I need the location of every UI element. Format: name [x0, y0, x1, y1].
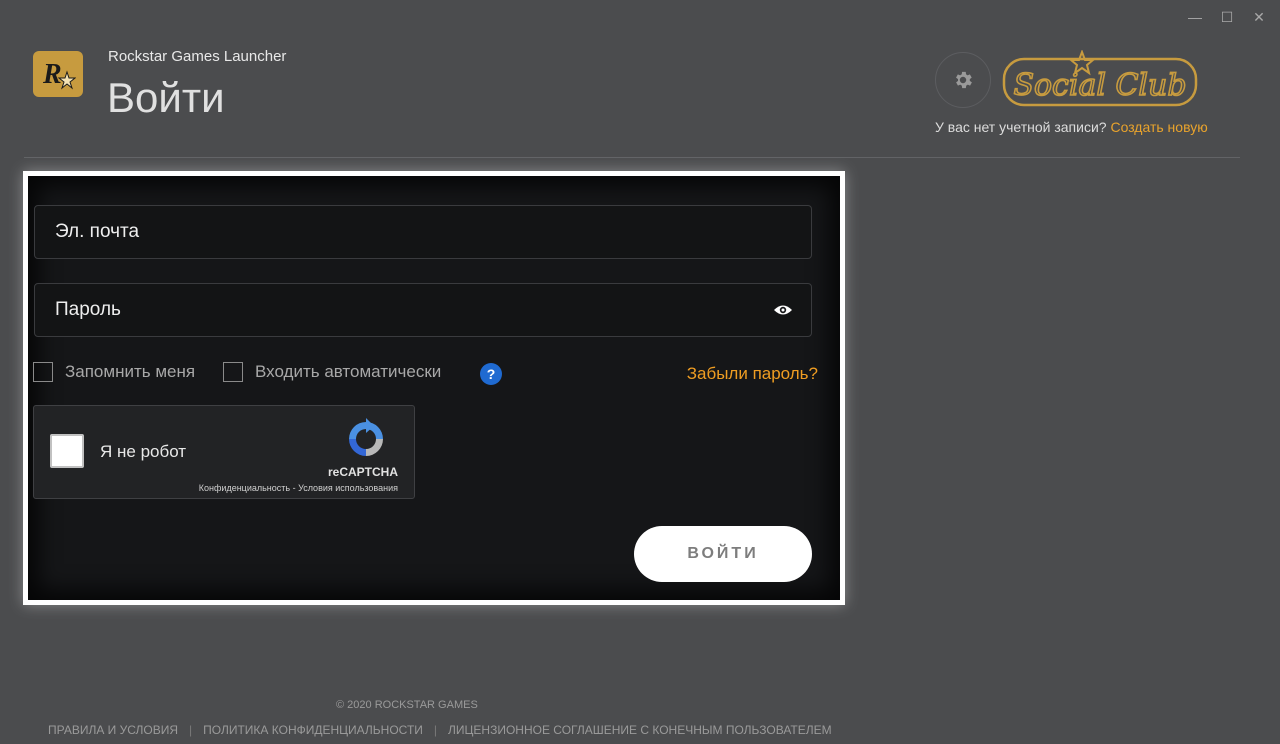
recaptcha-links: Конфиденциальность - Условия использован…: [199, 483, 398, 493]
recaptcha-brand: reCAPTCHA: [327, 465, 398, 479]
forgot-password-link[interactable]: Забыли пароль?: [687, 364, 818, 384]
footer-link-eula[interactable]: ЛИЦЕНЗИОННОЕ СОГЛАШЕНИЕ С КОНЕЧНЫМ ПОЛЬЗ…: [448, 723, 832, 737]
gear-icon: [956, 71, 972, 89]
social-club-logo: Social Club: [1002, 50, 1198, 107]
recaptcha-checkbox[interactable]: [50, 434, 84, 468]
recaptcha-privacy-link[interactable]: Конфиденциальность: [199, 483, 290, 493]
email-input[interactable]: [35, 206, 811, 258]
app-name: Rockstar Games Launcher: [108, 48, 287, 65]
svg-text:Social Club: Social Club: [1013, 68, 1186, 103]
auto-login-checkbox[interactable]: Входить автоматически: [223, 362, 441, 382]
footer-links: ПРАВИЛА И УСЛОВИЯ | ПОЛИТИКА КОНФИДЕНЦИАЛЬ…: [48, 723, 832, 737]
login-panel: Запомнить меня Входить автоматически ? З…: [23, 171, 845, 605]
svg-text:R: R: [42, 59, 62, 90]
recaptcha-links-separator: -: [290, 483, 299, 493]
remember-me-checkbox[interactable]: Запомнить меня: [33, 362, 195, 382]
recaptcha-widget: Я не робот reCAPTCHA Конфиденциальность …: [33, 405, 415, 499]
footer-link-terms[interactable]: ПРАВИЛА И УСЛОВИЯ: [48, 723, 178, 737]
email-field-wrapper: [34, 205, 812, 259]
maximize-icon[interactable]: ☐: [1218, 8, 1236, 26]
login-button[interactable]: ВОЙТИ: [634, 526, 812, 582]
remember-me-label: Запомнить меня: [65, 362, 196, 381]
settings-button[interactable]: [935, 52, 991, 108]
footer-separator: |: [189, 723, 193, 737]
help-icon[interactable]: ?: [480, 363, 502, 385]
close-icon[interactable]: ✕: [1250, 8, 1268, 26]
auto-login-box[interactable]: [223, 362, 243, 382]
recaptcha-terms-link[interactable]: Условия использования: [298, 483, 398, 493]
no-account-text: У вас нет учетной записи?: [935, 119, 1107, 135]
recaptcha-logo-icon: [349, 418, 383, 456]
window-controls: — ☐ ✕: [1186, 8, 1268, 26]
recaptcha-label: Я не робот: [100, 442, 187, 461]
options-row: Запомнить меня Входить автоматически ? З…: [33, 362, 840, 386]
launcher-window: — ☐ ✕ R Rockstar Games Launcher Войти So…: [0, 0, 1280, 744]
account-line: У вас нет учетной записи? Создать новую: [935, 119, 1208, 135]
password-field-wrapper: [34, 283, 812, 337]
copyright: © 2020 ROCKSTAR GAMES: [336, 699, 478, 711]
password-input[interactable]: [35, 284, 811, 336]
footer-link-privacy[interactable]: ПОЛИТИКА КОНФИДЕНЦИАЛЬНОСТИ: [203, 723, 423, 737]
header-divider: [24, 157, 1240, 158]
auto-login-label: Входить автоматически: [255, 362, 442, 381]
rockstar-logo-icon: R: [33, 51, 83, 97]
page-title: Войти: [107, 74, 225, 121]
minimize-icon[interactable]: —: [1186, 8, 1204, 26]
remember-me-box[interactable]: [33, 362, 53, 382]
eye-icon[interactable]: [773, 302, 793, 318]
create-account-link[interactable]: Создать новую: [1110, 119, 1207, 135]
footer-separator: |: [433, 723, 438, 737]
